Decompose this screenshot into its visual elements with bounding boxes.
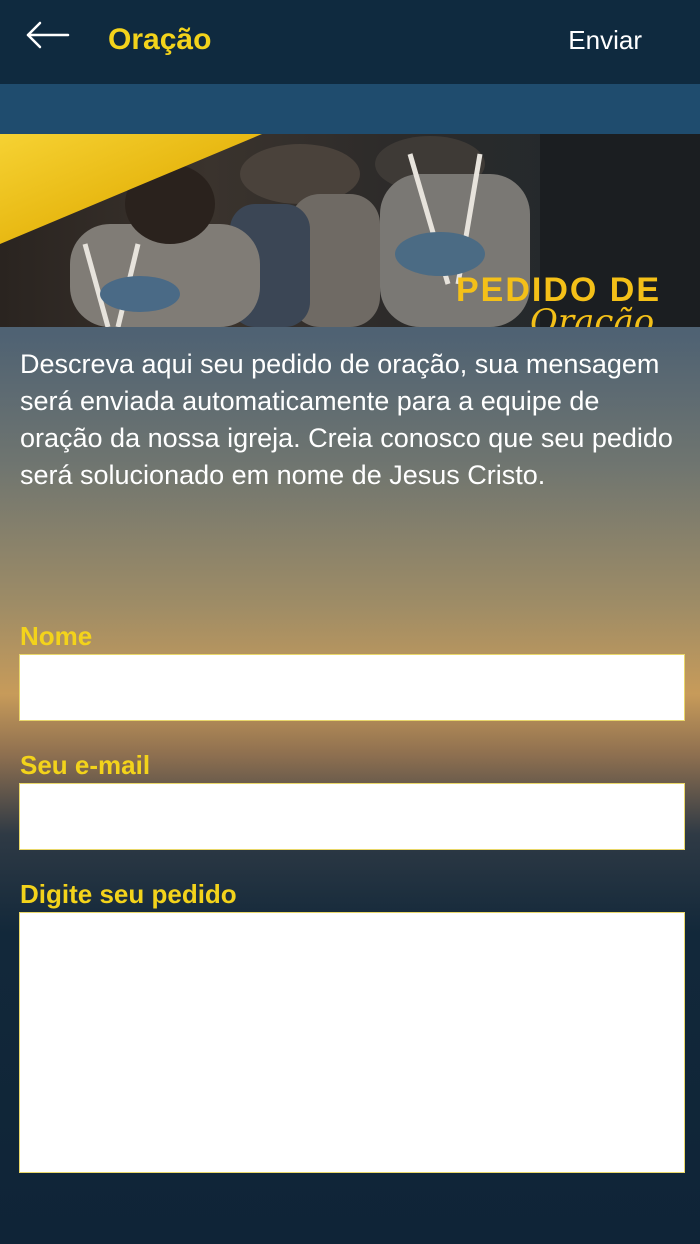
- email-label: Seu e-mail: [20, 750, 151, 780]
- name-input[interactable]: [19, 654, 685, 721]
- form-content: PEDIDO DE Oração Descreva aqui seu pedid…: [0, 134, 700, 1244]
- email-input[interactable]: [19, 783, 685, 850]
- app-bar: Oração Enviar: [0, 0, 700, 84]
- send-button[interactable]: Enviar: [568, 22, 642, 58]
- name-label: Nome: [20, 621, 93, 651]
- banner-image: PEDIDO DE Oração: [0, 134, 700, 327]
- page-title: Oração: [108, 23, 212, 56]
- request-label: Digite seu pedido: [20, 879, 237, 909]
- description-text: Descreva aqui seu pedido de oração, sua …: [20, 349, 673, 490]
- arrow-left-icon: [26, 21, 70, 49]
- back-button[interactable]: [22, 18, 74, 58]
- sub-header-bar: [0, 84, 700, 134]
- request-textarea[interactable]: [19, 912, 685, 1173]
- banner-subtitle: Oração: [530, 302, 655, 327]
